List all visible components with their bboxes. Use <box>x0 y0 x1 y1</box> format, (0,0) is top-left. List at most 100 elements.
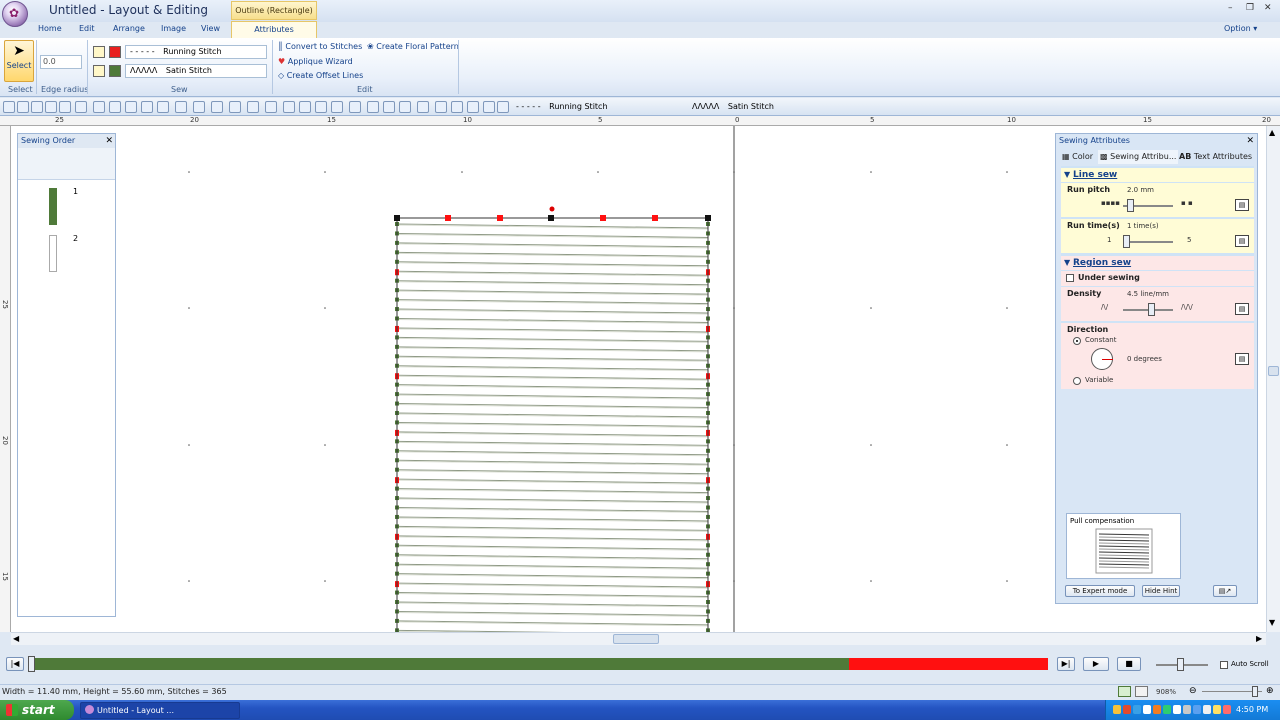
tab-text-attributes[interactable]: AB Text Attributes <box>1179 150 1252 164</box>
hint-icon[interactable]: ▤ <box>1235 353 1249 365</box>
speed-slider[interactable] <box>1177 658 1184 671</box>
close-button[interactable]: ✕ <box>1264 3 1272 13</box>
line-sew-toggle-icon[interactable] <box>93 46 105 58</box>
edge-radius-input[interactable]: 0.0 <box>40 55 82 69</box>
tab-view[interactable]: View <box>201 24 220 33</box>
region-sew-toggle-icon[interactable] <box>93 65 105 77</box>
tray-icon[interactable] <box>1193 705 1201 714</box>
vertical-scrollbar[interactable]: ▲ ▼ <box>1266 126 1280 632</box>
toolbar-fill-icon[interactable] <box>75 101 87 113</box>
zoom-out-icon[interactable]: ⊖ <box>1189 686 1197 696</box>
create-floral-pattern-button[interactable]: ❀ Create Floral Pattern <box>367 42 459 51</box>
tray-icon[interactable] <box>1123 705 1131 714</box>
close-icon[interactable]: ✕ <box>105 134 113 148</box>
select-button[interactable]: ➤ Select <box>4 40 34 82</box>
tab-image[interactable]: Image <box>161 24 186 33</box>
toolbar-copy-icon[interactable] <box>331 101 343 113</box>
tab-home[interactable]: Home <box>38 24 62 33</box>
create-offset-lines-button[interactable]: ◇ Create Offset Lines <box>278 71 363 80</box>
toolbar-line-icon[interactable] <box>141 101 153 113</box>
toolbar-save-icon[interactable] <box>31 101 43 113</box>
tab-arrange[interactable]: Arrange <box>113 24 145 33</box>
vertical-scroll-thumb[interactable] <box>1268 366 1279 376</box>
toolbar-group-icon[interactable] <box>229 101 241 113</box>
toolbar-text-icon[interactable] <box>175 101 187 113</box>
toolbar-sew-icon[interactable] <box>435 101 447 113</box>
tab-attributes[interactable]: Attributes <box>231 21 317 38</box>
option-menu[interactable]: Option ▾ <box>1224 24 1257 33</box>
toolbar-crop-icon[interactable] <box>315 101 327 113</box>
stop-button[interactable]: ■ <box>1117 657 1141 671</box>
scroll-up-icon[interactable]: ▲ <box>1269 128 1275 137</box>
variable-radio[interactable] <box>1073 377 1081 385</box>
scroll-right-icon[interactable]: ▶ <box>1256 634 1262 643</box>
toolbar-rotate-icon[interactable] <box>125 101 137 113</box>
hint-icon[interactable]: ▤ <box>1235 235 1249 247</box>
zoom-in-icon[interactable]: ⊕ <box>1266 686 1274 696</box>
toolbar-print-icon[interactable] <box>59 101 71 113</box>
tray-icon[interactable] <box>1173 705 1181 714</box>
convert-to-stitches-button[interactable]: ║ Convert to Stitches <box>278 42 362 51</box>
toolbar-arc-icon[interactable] <box>483 101 495 113</box>
tray-icon[interactable] <box>1183 705 1191 714</box>
rewind-button[interactable]: |◀ <box>6 657 24 671</box>
toolbar-select-icon[interactable] <box>93 101 105 113</box>
toolbar-hand-icon[interactable] <box>265 101 277 113</box>
horizontal-scrollbar[interactable]: ◀ ▶ <box>11 632 1266 645</box>
line-color-swatch[interactable] <box>109 46 121 58</box>
scroll-left-icon[interactable]: ◀ <box>13 634 19 643</box>
constant-radio[interactable] <box>1073 337 1081 345</box>
scroll-down-icon[interactable]: ▼ <box>1269 618 1275 627</box>
region-sew-heading[interactable]: ▼ Region sew <box>1061 256 1254 270</box>
horizontal-scroll-thumb[interactable] <box>613 634 659 644</box>
auto-scroll-checkbox[interactable] <box>1220 661 1228 669</box>
app-menu-button[interactable]: ✿ <box>2 1 28 27</box>
run-times-slider[interactable] <box>1123 235 1130 248</box>
toolbar-wreath-icon[interactable] <box>367 101 379 113</box>
toolbar-measure-icon[interactable] <box>283 101 295 113</box>
toolbar-color-icon[interactable] <box>497 101 509 113</box>
sewing-order-swatch-1[interactable] <box>49 188 57 225</box>
tray-icon[interactable] <box>1163 705 1171 714</box>
tray-icon[interactable] <box>1203 705 1211 714</box>
region-sew-type-select[interactable]: ΛΛΛΛΛ Satin Stitch <box>125 64 267 78</box>
sewing-order-swatch-2[interactable] <box>49 235 57 272</box>
toolbar-line-type-select[interactable]: - - - - - Running Stitch <box>512 101 652 114</box>
toolbar-region-type-select[interactable]: ΛΛΛΛΛ Satin Stitch <box>688 101 828 114</box>
hint-icon[interactable]: ▤ <box>1235 199 1249 211</box>
expert-mode-button[interactable]: To Expert mode <box>1065 585 1135 597</box>
tab-sewing-attributes[interactable]: ▩ Sewing Attribu... <box>1098 150 1179 164</box>
grid-mode-icon[interactable] <box>1135 686 1148 697</box>
applique-wizard-button[interactable]: ♥ Applique Wizard <box>278 57 353 66</box>
line-sew-heading[interactable]: ▼ Line sew <box>1061 168 1254 182</box>
hide-hint-button[interactable]: Hide Hint <box>1142 585 1180 597</box>
toolbar-node-icon[interactable] <box>299 101 311 113</box>
tray-icon[interactable] <box>1133 705 1141 714</box>
tray-icon[interactable] <box>1213 705 1221 714</box>
toolbar-grid-icon[interactable] <box>399 101 411 113</box>
tab-edit[interactable]: Edit <box>79 24 95 33</box>
toolbar-link-icon[interactable] <box>451 101 463 113</box>
toolbar-open-icon[interactable] <box>17 101 29 113</box>
skip-end-button[interactable]: ▶| <box>1057 657 1075 671</box>
toolbar-shape-icon[interactable] <box>193 101 205 113</box>
tray-icon[interactable] <box>1113 705 1121 714</box>
toolbar-zoom-icon[interactable] <box>247 101 259 113</box>
toolbar-arrange-icon[interactable] <box>383 101 395 113</box>
toolbar-reshape-icon[interactable] <box>467 101 479 113</box>
run-pitch-slider[interactable] <box>1127 199 1134 212</box>
play-button[interactable]: ▶ <box>1083 657 1109 671</box>
toolbar-border-icon[interactable] <box>417 101 429 113</box>
toolbar-new-icon[interactable] <box>3 101 15 113</box>
toolbar-align-icon[interactable] <box>211 101 223 113</box>
toolbar-paste-icon[interactable] <box>349 101 361 113</box>
region-color-swatch[interactable] <box>109 65 121 77</box>
toolbar-transform-icon[interactable] <box>157 101 169 113</box>
taskbar-app-item[interactable]: Untitled - Layout ... <box>80 702 240 719</box>
direction-dial[interactable] <box>1091 348 1113 370</box>
density-slider[interactable] <box>1148 303 1155 316</box>
minimize-button[interactable]: – <box>1228 3 1233 13</box>
restore-button[interactable]: ❐ <box>1246 3 1254 13</box>
view-mode-icon[interactable] <box>1118 686 1131 697</box>
toolbar-save-as-icon[interactable] <box>45 101 57 113</box>
